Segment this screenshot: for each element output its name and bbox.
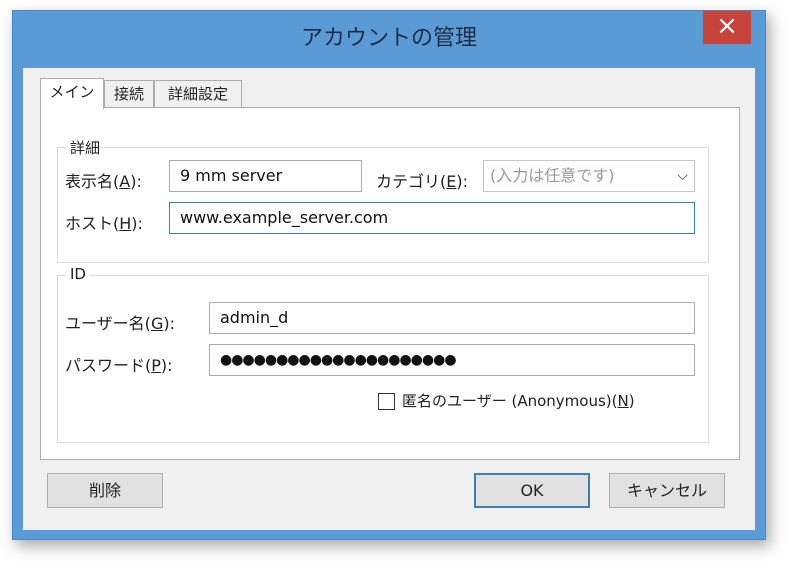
- close-icon: ×: [716, 11, 738, 41]
- tab-main[interactable]: メイン: [40, 78, 104, 109]
- tab-connection[interactable]: 接続: [104, 80, 154, 108]
- dialog-title: アカウントの管理: [300, 26, 477, 51]
- category-placeholder: (入力は任意です): [490, 166, 615, 185]
- details-group-title: 詳細: [66, 137, 105, 158]
- close-button[interactable]: ×: [703, 11, 751, 44]
- anonymous-label[interactable]: 匿名のユーザー (Anonymous)(N): [402, 390, 635, 411]
- id-group-title: ID: [66, 265, 90, 283]
- category-label: カテゴリ(E):: [376, 172, 468, 191]
- username-input[interactable]: admin_d: [209, 302, 695, 334]
- display-name-input[interactable]: 9 mm server: [169, 160, 362, 192]
- dialog-body: メイン 接続 詳細設定 詳細 表示名(A): 9 mm server カテゴリ(…: [23, 68, 755, 530]
- password-label: パスワード(P):: [65, 356, 173, 375]
- display-name-label: 表示名(A):: [65, 172, 142, 191]
- username-label: ユーザー名(G):: [65, 314, 175, 333]
- host-input[interactable]: www.example_server.com: [169, 202, 695, 234]
- chevron-down-icon: ⌵: [677, 168, 688, 184]
- password-input[interactable]: ●●●●●●●●●●●●●●●●●●●●●: [209, 344, 695, 376]
- delete-button[interactable]: 削除: [47, 473, 163, 508]
- anonymous-checkbox[interactable]: [378, 393, 395, 410]
- ok-button[interactable]: OK: [474, 473, 590, 508]
- cancel-button[interactable]: キャンセル: [609, 473, 725, 508]
- tab-advanced[interactable]: 詳細設定: [154, 80, 242, 108]
- account-management-dialog: アカウントの管理 × メイン 接続 詳細設定 詳細 表示名(A): 9 mm s…: [12, 10, 766, 540]
- category-select[interactable]: (入力は任意です) ⌵: [483, 160, 695, 192]
- tab-panel-main: 詳細 表示名(A): 9 mm server カテゴリ(E): (入力は任意です…: [40, 107, 740, 460]
- host-label: ホスト(H):: [65, 214, 143, 233]
